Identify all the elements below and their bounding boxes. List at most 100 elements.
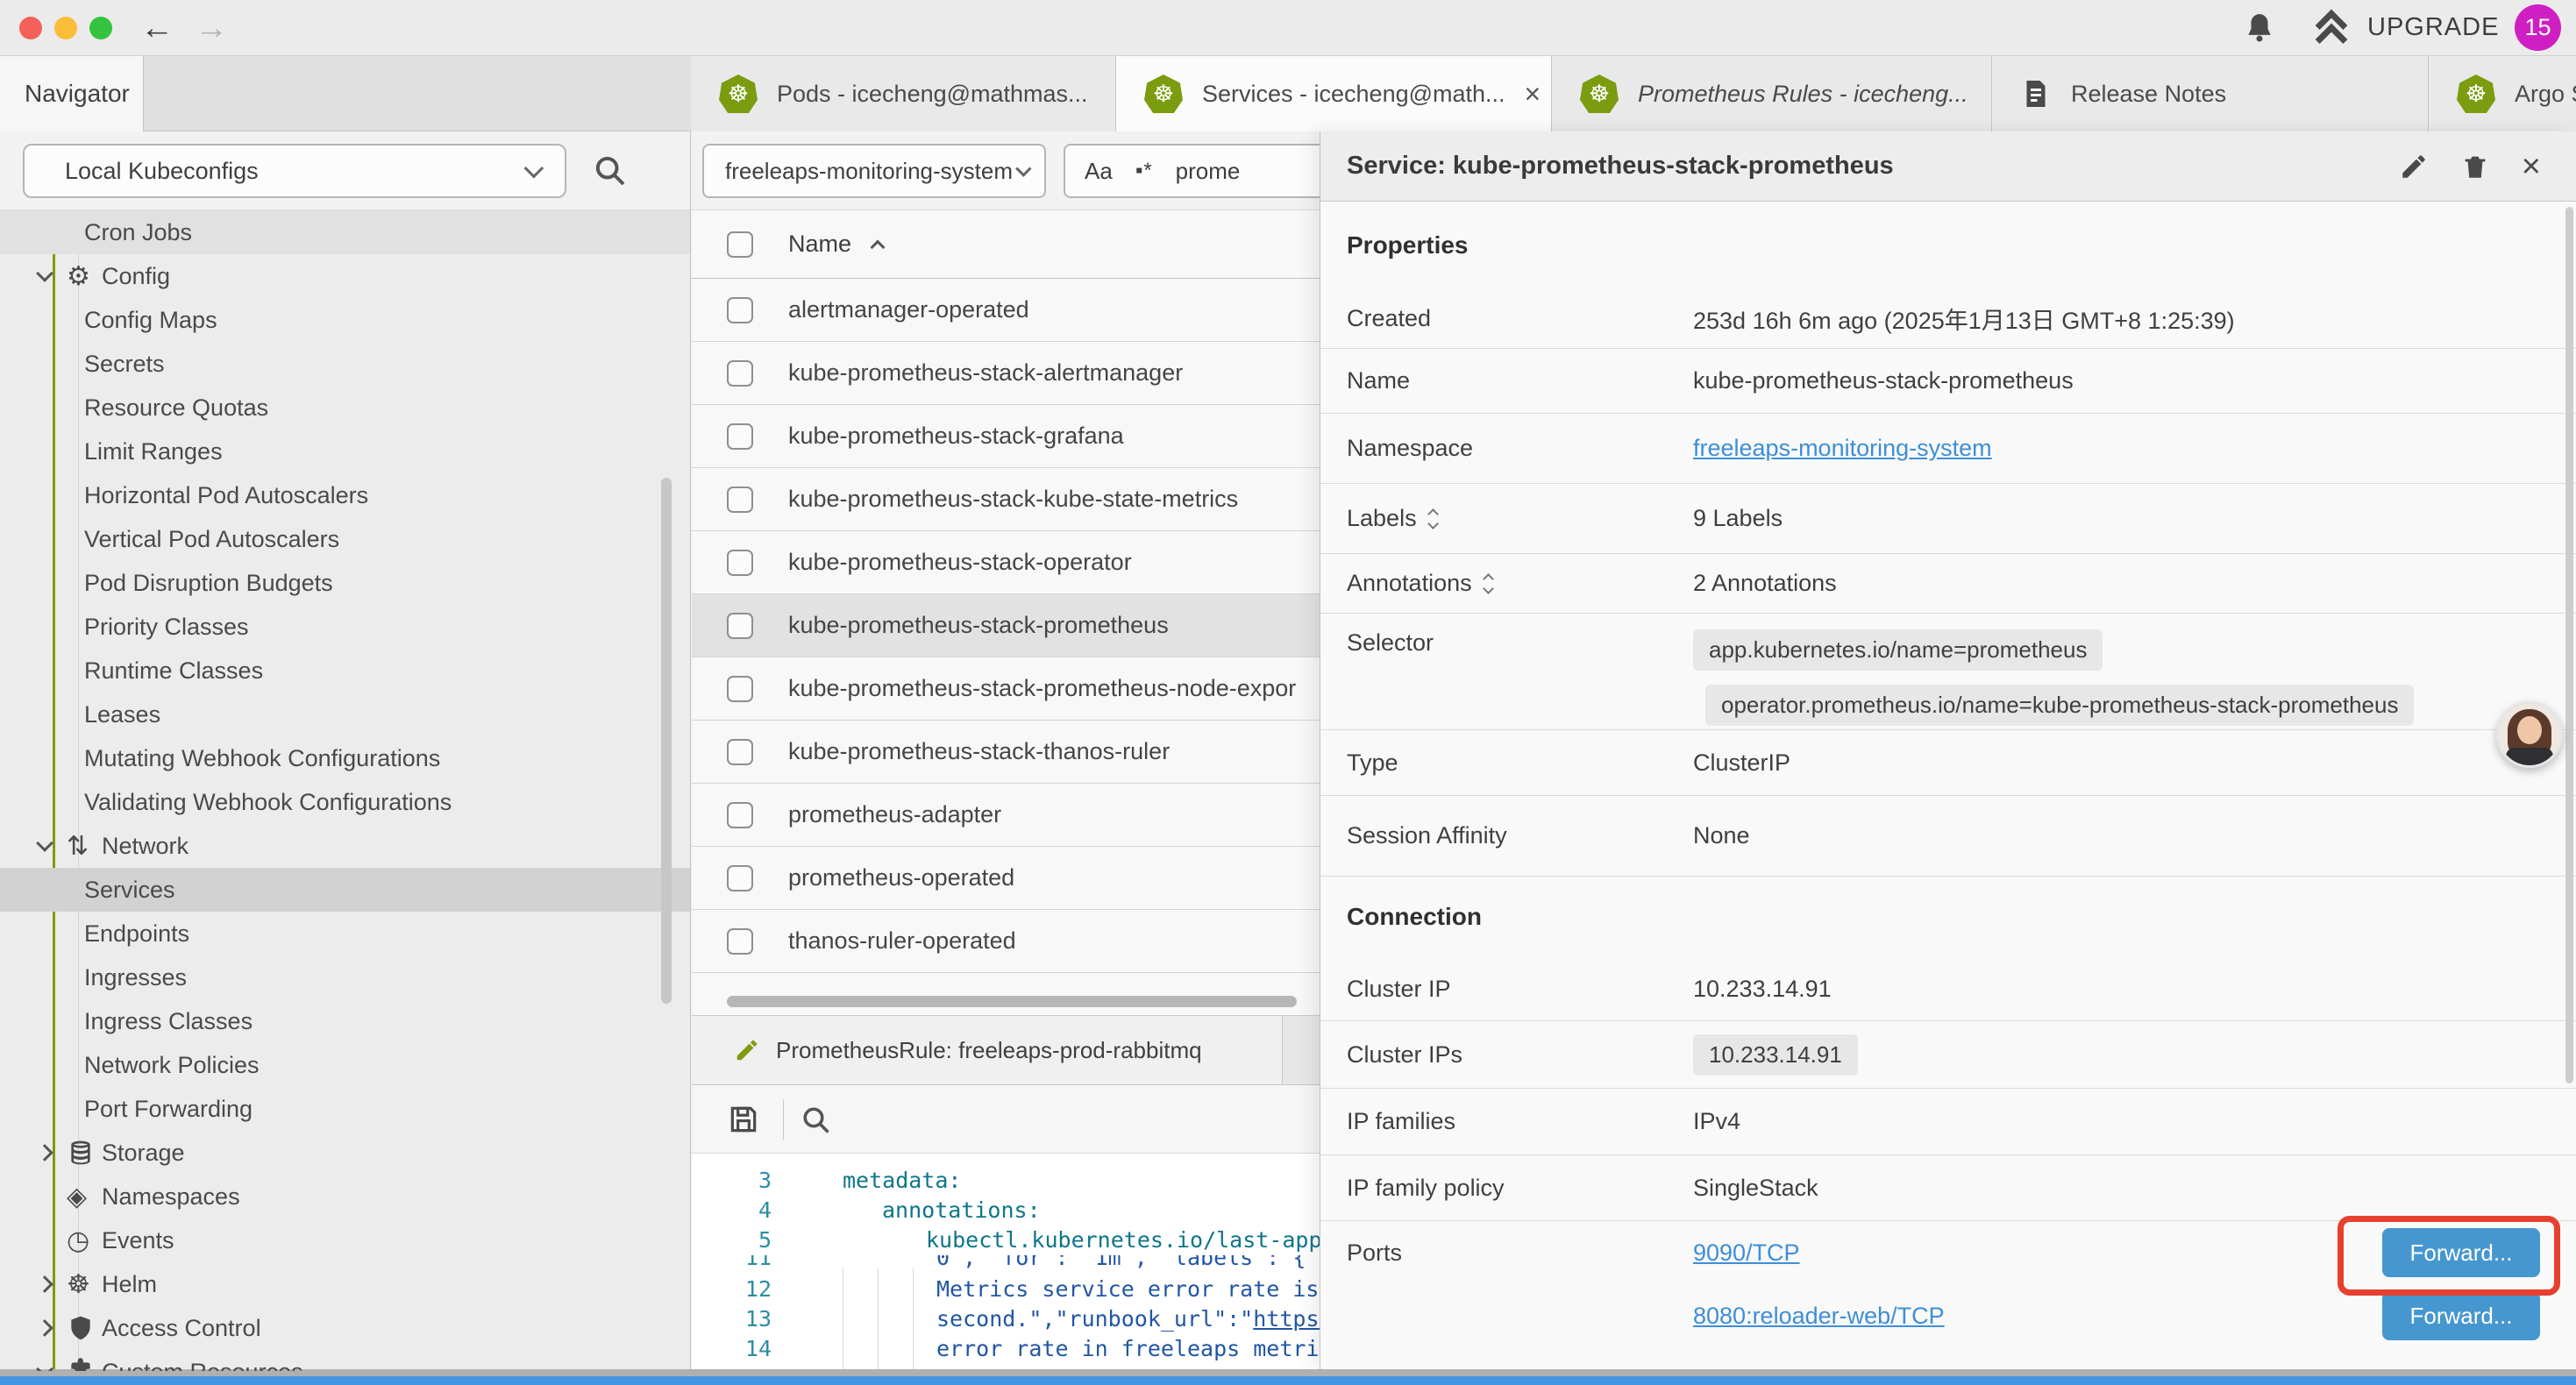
table-row[interactable]: kube-prometheus-stack-prometheus-node-ex… — [692, 657, 1360, 721]
chevron-icon[interactable] — [36, 835, 53, 852]
sidebar-tree-item[interactable]: Ingresses — [0, 955, 690, 999]
selector-chip[interactable]: app.kubernetes.io/name=prometheus — [1693, 629, 2103, 671]
sidebar-tree-item[interactable]: Runtime Classes — [0, 649, 690, 692]
sidebar-tree-item[interactable]: Vertical Pod Autoscalers — [0, 517, 690, 561]
sidebar-tree-item[interactable]: ◈ Namespaces — [0, 1175, 690, 1218]
namespace-select[interactable]: freeleaps-monitoring-system — [702, 144, 1046, 198]
workspace-tab[interactable]: ☸ Release Notes × — [1992, 56, 2429, 131]
match-case-toggle[interactable]: Aa — [1085, 158, 1113, 185]
upgrade-button[interactable]: UPGRADE — [2367, 13, 2499, 42]
chevron-icon[interactable] — [36, 1360, 53, 1371]
forward-icon[interactable]: → — [195, 4, 228, 53]
editor-tab-prometheusrule[interactable]: PrometheusRule: freeleaps-prod-rabbitmq — [692, 1016, 1283, 1084]
edit-pencil-icon[interactable] — [2399, 152, 2429, 181]
row-checkbox[interactable] — [727, 865, 753, 891]
sidebar-tree-item[interactable]: Pod Disruption Budgets — [0, 561, 690, 605]
close-tab-icon[interactable]: × — [1525, 78, 1541, 110]
row-checkbox[interactable] — [727, 676, 753, 702]
yaml-editor[interactable]: 3 metadata: 4 annotations: 5 kubectl.kub… — [692, 1154, 1360, 1371]
port-9090-link[interactable]: 9090/TCP — [1693, 1239, 1800, 1267]
labels-value[interactable]: 9 Labels — [1693, 505, 1783, 532]
sidebar-tree-item[interactable]: Limit Ranges — [0, 430, 690, 473]
table-search-input[interactable]: Aa ▪* prome — [1064, 144, 1337, 198]
delete-trash-icon[interactable] — [2460, 152, 2490, 181]
row-checkbox[interactable] — [727, 739, 753, 765]
minimize-window-button[interactable] — [54, 17, 77, 39]
row-checkbox[interactable] — [727, 550, 753, 576]
chevron-icon[interactable] — [36, 1144, 53, 1161]
close-window-button[interactable] — [19, 17, 42, 39]
row-checkbox[interactable] — [727, 928, 753, 955]
sidebar-tree-item[interactable]: Resource Quotas — [0, 386, 690, 430]
tab-navigator[interactable]: Navigator — [0, 56, 144, 131]
sidebar-tree-item[interactable]: Endpoints — [0, 912, 690, 955]
kubeconfig-select[interactable]: Local Kubeconfigs — [23, 144, 566, 198]
close-icon[interactable]: × — [2522, 152, 2541, 181]
sidebar-tree-item[interactable]: Storage — [0, 1131, 690, 1175]
row-checkbox[interactable] — [727, 613, 753, 639]
back-icon[interactable]: ← — [140, 4, 174, 53]
cluster-ips-chip[interactable]: 10.233.14.91 — [1693, 1034, 1858, 1076]
row-checkbox[interactable] — [727, 360, 753, 387]
table-row[interactable]: kube-prometheus-stack-alertmanager — [692, 342, 1360, 405]
save-icon[interactable] — [727, 1103, 760, 1136]
sidebar-tree-item[interactable]: Validating Webhook Configurations — [0, 780, 690, 824]
sidebar-tree-item[interactable]: Leases — [0, 692, 690, 736]
editor-search-icon[interactable] — [801, 1104, 832, 1136]
select-all-checkbox[interactable] — [727, 231, 753, 258]
name-column-header[interactable]: Name — [788, 231, 851, 258]
selector-chip[interactable]: operator.prometheus.io/name=kube-prometh… — [1705, 685, 2414, 726]
table-row[interactable]: kube-prometheus-stack-kube-state-metrics — [692, 468, 1360, 531]
table-row[interactable]: alertmanager-operated — [692, 279, 1360, 342]
table-row[interactable]: prometheus-adapter — [692, 784, 1360, 847]
detail-scrollbar[interactable] — [2565, 207, 2573, 1083]
table-row[interactable]: kube-prometheus-stack-grafana — [692, 405, 1360, 468]
chevron-icon[interactable] — [36, 265, 53, 282]
expand-collapse-icon[interactable] — [1429, 510, 1437, 528]
workspace-tab[interactable]: ☸ Pods - icecheng@mathmas... × — [691, 56, 1116, 131]
sort-ascending-icon[interactable] — [871, 239, 886, 254]
chevron-icon[interactable] — [36, 1275, 53, 1293]
row-checkbox[interactable] — [727, 802, 753, 828]
sidebar-tree-item[interactable]: Config Maps — [0, 298, 690, 342]
zoom-window-button[interactable] — [89, 17, 112, 39]
table-row[interactable]: kube-prometheus-stack-operator — [692, 531, 1360, 594]
sidebar-tree-item[interactable]: Access Control — [0, 1306, 690, 1350]
assistant-avatar[interactable] — [2496, 701, 2563, 768]
table-row[interactable]: kube-prometheus-stack-thanos-ruler — [692, 721, 1360, 784]
table-row[interactable]: kube-prometheus-stack-prometheus — [692, 594, 1360, 657]
forward-port-button[interactable]: Forward... — [2382, 1291, 2540, 1340]
table-row[interactable]: prometheus-operated — [692, 847, 1360, 910]
notifications-bell-icon[interactable] — [2243, 11, 2276, 45]
sidebar-tree-item[interactable]: Cron Jobs — [0, 210, 690, 254]
sidebar-tree-item[interactable]: Ingress Classes — [0, 999, 690, 1043]
row-checkbox[interactable] — [727, 297, 753, 323]
table-row[interactable]: thanos-ruler-operated — [692, 910, 1360, 973]
row-checkbox[interactable] — [727, 487, 753, 513]
workspace-tab[interactable]: ☸ Prometheus Rules - icecheng... × — [1552, 56, 1992, 131]
regex-toggle[interactable]: ▪* — [1135, 159, 1153, 183]
sidebar-tree-item[interactable]: Horizontal Pod Autoscalers — [0, 473, 690, 517]
row-checkbox[interactable] — [727, 423, 753, 450]
sidebar-search-icon[interactable] — [593, 153, 628, 188]
sidebar-tree-item[interactable]: Custom Resources — [0, 1350, 690, 1371]
annotations-value[interactable]: 2 Annotations — [1693, 570, 1837, 597]
sidebar-tree-item[interactable]: Priority Classes — [0, 605, 690, 649]
sidebar-tree-item[interactable]: ☸ Helm — [0, 1262, 690, 1306]
sidebar-tree-item[interactable]: Port Forwarding — [0, 1087, 690, 1131]
sidebar-tree-item[interactable]: ◷ Events — [0, 1218, 690, 1262]
chevron-icon[interactable] — [36, 1319, 53, 1337]
sidebar-tree-item[interactable]: Mutating Webhook Configurations — [0, 736, 690, 780]
sidebar-tree-item[interactable]: Secrets — [0, 342, 690, 386]
expand-collapse-icon[interactable] — [1484, 575, 1492, 593]
upgrade-icon[interactable] — [2313, 11, 2352, 46]
workspace-tab[interactable]: ☸ Argo Se × — [2429, 56, 2576, 131]
namespace-link[interactable]: freeleaps-monitoring-system — [1693, 435, 1992, 462]
notification-count-badge[interactable]: 15 — [2515, 4, 2561, 51]
sidebar-tree-item[interactable]: ⇅ Network — [0, 824, 690, 868]
port-8080-link[interactable]: 8080:reloader-web/TCP — [1693, 1303, 1945, 1330]
workspace-tab[interactable]: ☸ Services - icecheng@math... × — [1116, 56, 1552, 131]
horizontal-scrollbar[interactable] — [727, 996, 1297, 1007]
sidebar-tree-item[interactable]: Services — [0, 868, 690, 912]
sidebar-tree-item[interactable]: ⚙ Config — [0, 254, 690, 298]
